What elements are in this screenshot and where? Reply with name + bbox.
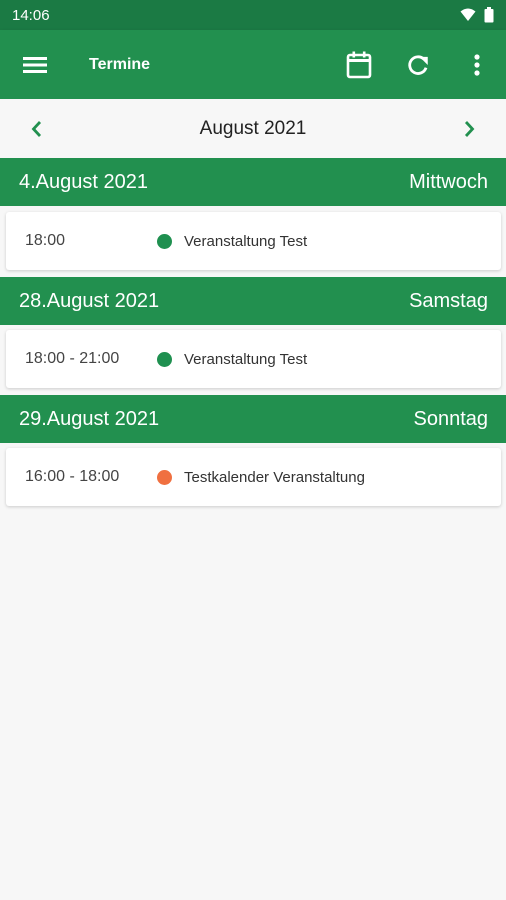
month-label: August 2021 [199,117,307,139]
calendar-button[interactable] [339,45,379,85]
day-weekday: Sonntag [413,407,488,430]
event-color-dot [157,351,172,367]
day-header: 29.August 2021 Sonntag [0,395,506,443]
day-date: 4.August 2021 [19,170,148,193]
menu-icon [23,56,47,73]
more-vert-icon [474,53,480,76]
page-title: Termine [89,55,151,73]
event-title: Testkalender Veranstaltung [184,468,365,486]
refresh-icon [408,54,428,75]
day-date: 29.August 2021 [19,407,160,430]
wifi-icon [460,8,476,21]
day-header: 4.August 2021 Mittwoch [0,158,506,206]
event-color-dot [157,233,172,249]
chevron-left-icon [31,121,42,137]
event-color-dot [157,469,172,485]
system-icons [460,7,494,23]
app-bar: Termine [0,30,506,99]
status-bar: 14:06 [0,0,506,30]
more-options-button[interactable] [457,45,497,85]
day-weekday: Mittwoch [409,170,488,193]
event-title: Veranstaltung Test [184,232,308,250]
event-title: Veranstaltung Test [184,350,308,368]
event-card[interactable]: 18:00 - 21:00 Veranstaltung Test [6,330,501,388]
previous-month-button[interactable] [21,113,53,145]
chevron-right-icon [464,121,475,137]
battery-icon [484,7,494,23]
calendar-icon [346,51,372,78]
next-month-button[interactable] [453,113,485,145]
event-card[interactable]: 18:00 Veranstaltung Test [6,212,501,270]
status-time: 14:06 [12,6,50,24]
day-header: 28.August 2021 Samstag [0,277,506,325]
refresh-button[interactable] [398,45,438,85]
event-card[interactable]: 16:00 - 18:00 Testkalender Veranstaltung [6,448,501,506]
event-time: 18:00 - 21:00 [25,350,120,367]
event-time: 18:00 [25,232,66,249]
menu-button[interactable] [15,45,55,85]
day-date: 28.August 2021 [19,289,160,312]
day-weekday: Samstag [409,289,488,312]
event-time: 16:00 - 18:00 [25,468,120,485]
month-navigator: August 2021 [0,99,506,158]
